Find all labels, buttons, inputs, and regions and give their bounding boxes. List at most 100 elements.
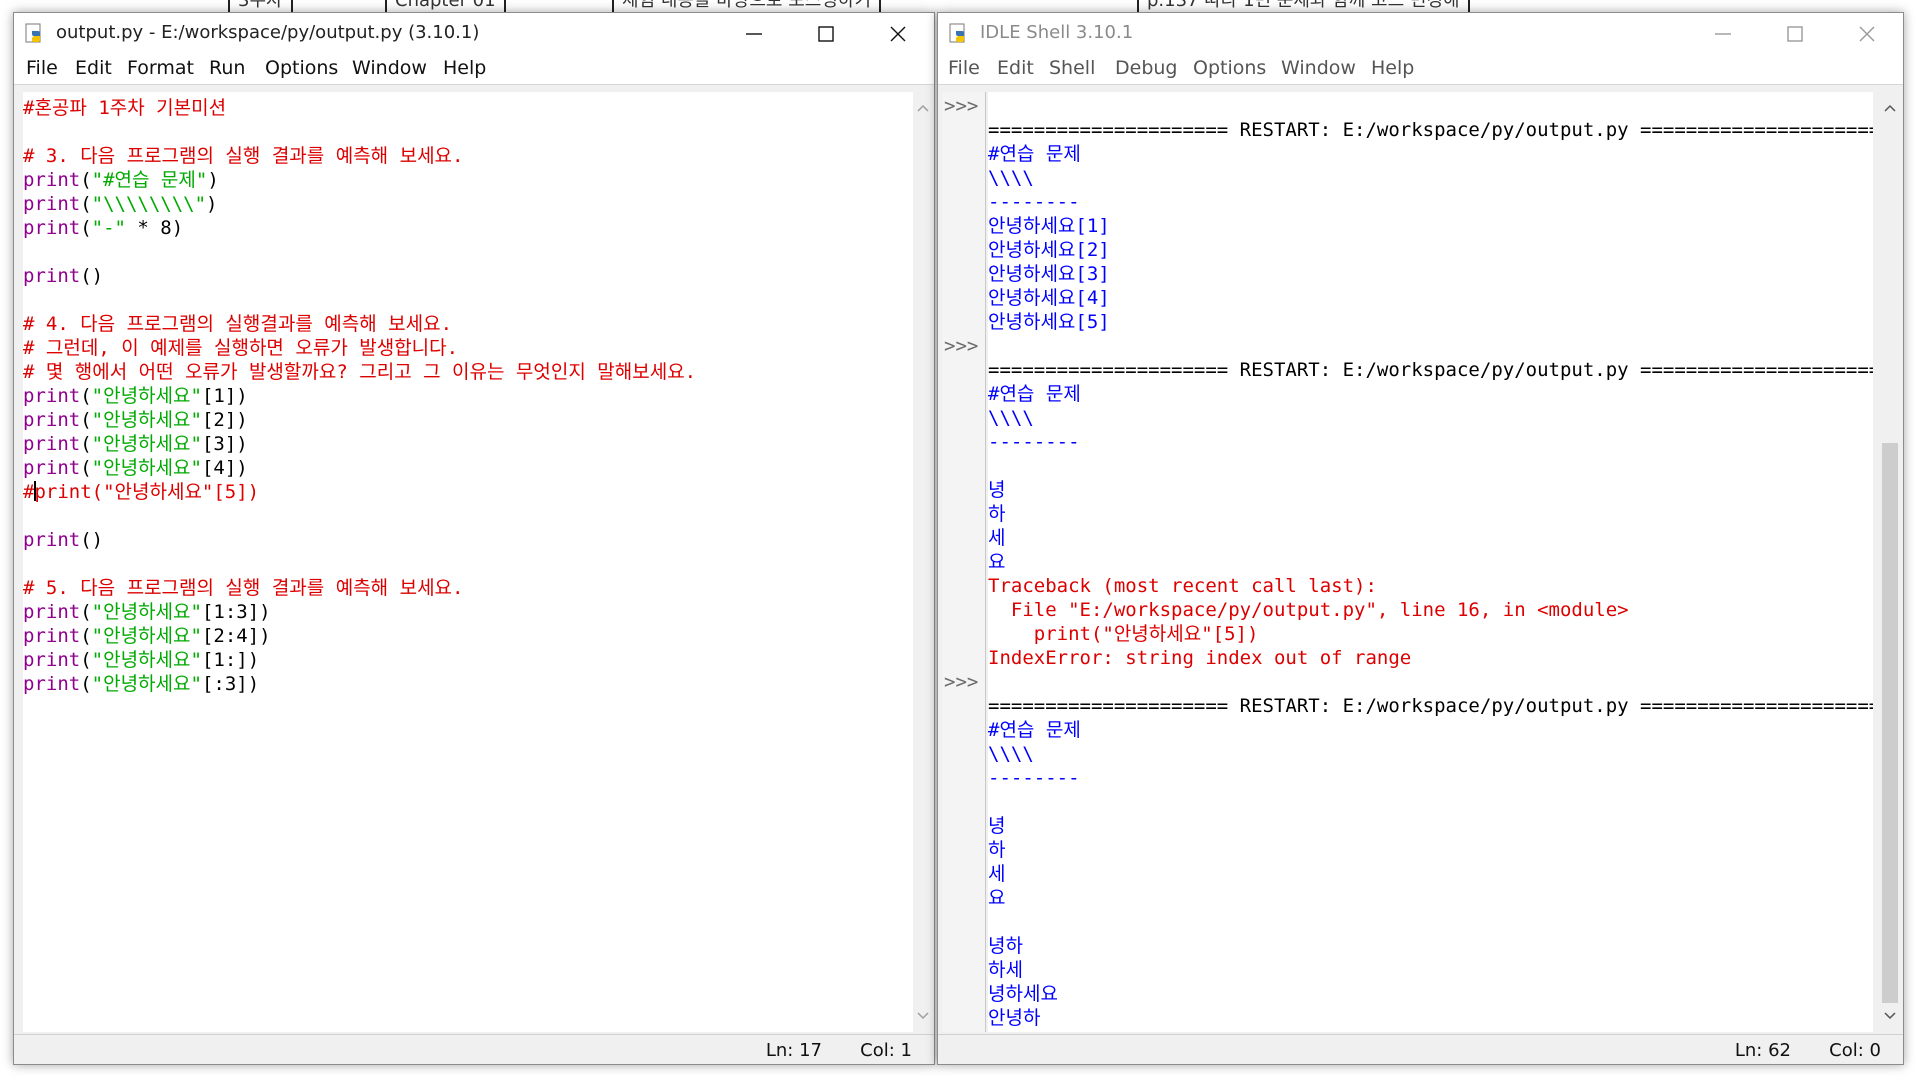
code-token: # 그런데, 이 예제를 실행하면 오류가 발생합니다. bbox=[23, 337, 459, 359]
shell-line: 하세 bbox=[988, 959, 1023, 981]
menu-format[interactable]: Format bbox=[125, 57, 196, 79]
menu-shell[interactable]: Shell bbox=[1047, 57, 1097, 79]
menu-edit[interactable]: Edit bbox=[73, 57, 114, 79]
code-token: () bbox=[80, 265, 104, 287]
code-token: ( bbox=[80, 169, 92, 191]
code-token: ) bbox=[207, 169, 219, 191]
chevron-down-icon[interactable] bbox=[1880, 1006, 1900, 1026]
line-number: Ln: 17 bbox=[765, 1040, 822, 1061]
code-token: "안녕하세요" bbox=[91, 673, 202, 695]
code-line: # 그런데, 이 예제를 실행하면 오류가 발생합니다. bbox=[23, 336, 458, 360]
shell-line: ===================== RESTART: E:/worksp… bbox=[988, 359, 1873, 381]
chevron-down-icon[interactable] bbox=[913, 1006, 933, 1026]
code-line: print("안녕하세요"[:3]) bbox=[23, 672, 259, 696]
shell-line: ===================== RESTART: E:/worksp… bbox=[988, 119, 1873, 141]
code-line: # 4. 다음 프로그램의 실행결과를 예측해 보세요. bbox=[23, 312, 452, 336]
chevron-up-icon[interactable] bbox=[913, 98, 933, 118]
code-token: # bbox=[23, 481, 35, 503]
shell-close-button[interactable] bbox=[1831, 13, 1903, 53]
code-token: # 4. 다음 프로그램의 실행결과를 예측해 보세요. bbox=[23, 313, 453, 335]
shell-line: File "E:/workspace/py/output.py", line 1… bbox=[988, 599, 1629, 621]
code-line: print("안녕하세요"[1:]) bbox=[23, 648, 259, 672]
code-token: [2:4]) bbox=[201, 625, 271, 647]
menu-file[interactable]: File bbox=[946, 57, 982, 79]
code-token: "\\\\\\\\" bbox=[91, 193, 207, 215]
code-token: [:3]) bbox=[201, 673, 260, 695]
shell-prompt-gutter: >>> >>> >>> >>> bbox=[942, 92, 986, 1032]
menu-file[interactable]: File bbox=[24, 57, 60, 79]
shell-prompt: >>> bbox=[944, 1030, 978, 1032]
python-idle-icon bbox=[25, 23, 41, 43]
menu-edit[interactable]: Edit bbox=[995, 57, 1036, 79]
shell-line: ===================== RESTART: E:/worksp… bbox=[988, 695, 1873, 717]
code-token: print bbox=[23, 601, 81, 623]
shell-window-title: IDLE Shell 3.10.1 bbox=[980, 22, 1134, 43]
shell-output[interactable]: ===================== RESTART: E:/worksp… bbox=[988, 92, 1873, 1032]
chevron-up-icon[interactable] bbox=[1880, 98, 1900, 118]
code-token: [3]) bbox=[201, 433, 248, 455]
code-line: # 몇 행에서 어떤 오류가 발생할까요? 그리고 그 이유는 무엇인지 말해보… bbox=[23, 360, 696, 384]
shell-prompt: >>> bbox=[944, 335, 979, 357]
editor-maximize-button[interactable] bbox=[790, 13, 862, 53]
shell-line: IndexError: string index out of range bbox=[988, 647, 1412, 669]
shell-scrollbar-thumb[interactable] bbox=[1882, 443, 1898, 1003]
menu-debug[interactable]: Debug bbox=[1113, 57, 1179, 79]
code-token: ( bbox=[80, 409, 92, 431]
shell-minimize-button[interactable] bbox=[1687, 13, 1759, 53]
menu-help[interactable]: Help bbox=[1369, 57, 1416, 79]
code-token: ( bbox=[80, 385, 92, 407]
code-line: print("-" * 8) bbox=[23, 216, 183, 240]
code-token: print bbox=[23, 193, 81, 215]
code-token: * 8) bbox=[125, 217, 184, 239]
editor-scrollbar[interactable] bbox=[913, 92, 933, 1032]
editor-close-button[interactable] bbox=[862, 13, 934, 53]
menu-window[interactable]: Window bbox=[350, 57, 429, 79]
shell-prompt: >>> bbox=[944, 95, 979, 117]
python-idle-icon bbox=[949, 23, 965, 43]
menu-options[interactable]: Options bbox=[1191, 57, 1268, 79]
editor-minimize-button[interactable] bbox=[718, 13, 790, 53]
shell-line: 안녕하세요[3] bbox=[988, 263, 1110, 285]
code-line: # 3. 다음 프로그램의 실행 결과를 예측해 보세요. bbox=[23, 144, 463, 168]
shell-line: #연습 문제 bbox=[988, 143, 1081, 165]
shell-line: \\\\ bbox=[988, 743, 1034, 765]
editor-titlebar[interactable]: output.py - E:/workspace/py/output.py (3… bbox=[14, 13, 934, 53]
shell-line: 세 bbox=[988, 527, 1006, 549]
shell-titlebar[interactable]: IDLE Shell 3.10.1 bbox=[938, 13, 1903, 53]
close-icon bbox=[1859, 26, 1875, 42]
menu-options[interactable]: Options bbox=[263, 57, 340, 79]
code-token: ( bbox=[80, 193, 92, 215]
shell-line: 녕 bbox=[988, 815, 1006, 837]
menu-run[interactable]: Run bbox=[207, 57, 247, 79]
code-token: print bbox=[23, 649, 81, 671]
shell-line: 안녕하세요[2] bbox=[988, 239, 1110, 261]
code-token: print("안녕하세요"[5]) bbox=[34, 481, 260, 503]
code-token: print bbox=[23, 409, 81, 431]
menu-window[interactable]: Window bbox=[1279, 57, 1358, 79]
shell-maximize-button[interactable] bbox=[1759, 13, 1831, 53]
code-line: # 5. 다음 프로그램의 실행 결과를 예측해 보세요. bbox=[23, 576, 463, 600]
code-token: "안녕하세요" bbox=[91, 409, 202, 431]
editor-window: output.py - E:/workspace/py/output.py (3… bbox=[13, 12, 935, 1065]
code-editor[interactable]: #혼공파 1주차 기본미션 # 3. 다음 프로그램의 실행 결과를 예측해 보세… bbox=[23, 92, 913, 1032]
code-token: ( bbox=[80, 625, 92, 647]
shell-scrollbar[interactable] bbox=[1879, 92, 1901, 1032]
minimize-icon bbox=[746, 33, 762, 35]
code-line: print("안녕하세요"[2]) bbox=[23, 408, 248, 432]
code-token: print bbox=[23, 673, 81, 695]
editor-window-title: output.py - E:/workspace/py/output.py (3… bbox=[56, 22, 480, 43]
code-token: () bbox=[80, 529, 104, 551]
code-token: "안녕하세요" bbox=[91, 601, 202, 623]
menu-help[interactable]: Help bbox=[441, 57, 488, 79]
code-line: print("#연습 문제") bbox=[23, 168, 219, 192]
code-token: "안녕하세요" bbox=[91, 625, 202, 647]
shell-line: #연습 문제 bbox=[988, 383, 1081, 405]
shell-line: 안녕하세요[1] bbox=[988, 215, 1110, 237]
code-line: print("안녕하세요"[3]) bbox=[23, 432, 248, 456]
code-token: #혼공파 1주차 기본미션 bbox=[23, 97, 227, 119]
code-token: ( bbox=[80, 433, 92, 455]
code-token: "안녕하세요" bbox=[91, 385, 202, 407]
editor-menubar: File Edit Format Run Options Window Help bbox=[14, 53, 934, 85]
shell-line: 안녕하세요[4] bbox=[988, 287, 1110, 309]
code-line: print("안녕하세요"[4]) bbox=[23, 456, 248, 480]
